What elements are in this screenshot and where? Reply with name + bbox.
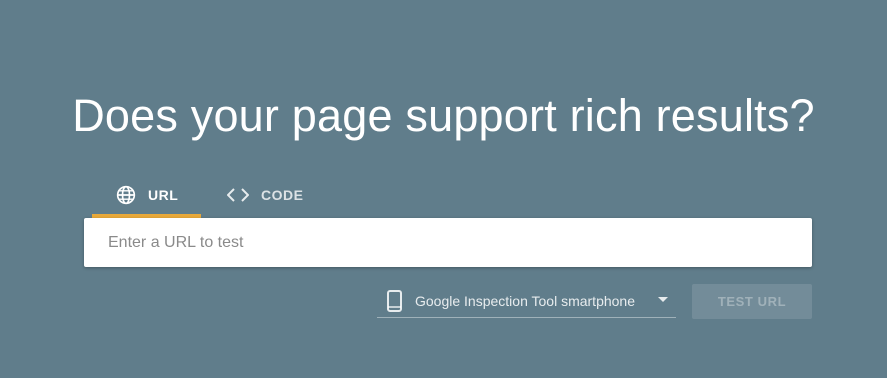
input-mode-tabs: URL CODE xyxy=(92,172,327,218)
url-input-card xyxy=(84,218,812,267)
device-select-value: Google Inspection Tool smartphone xyxy=(415,292,635,309)
test-url-button[interactable]: TEST URL xyxy=(692,284,812,319)
smartphone-icon xyxy=(387,289,402,312)
tab-code[interactable]: CODE xyxy=(201,172,327,218)
code-icon xyxy=(227,184,249,206)
tab-code-label: CODE xyxy=(261,187,304,203)
device-select[interactable]: Google Inspection Tool smartphone xyxy=(377,284,676,318)
globe-icon xyxy=(116,184,136,206)
url-input[interactable] xyxy=(84,218,812,267)
tab-url[interactable]: URL xyxy=(92,172,201,218)
chevron-down-icon xyxy=(658,297,668,302)
tab-url-label: URL xyxy=(148,187,179,203)
page-headline: Does your page support rich results? xyxy=(72,90,815,141)
